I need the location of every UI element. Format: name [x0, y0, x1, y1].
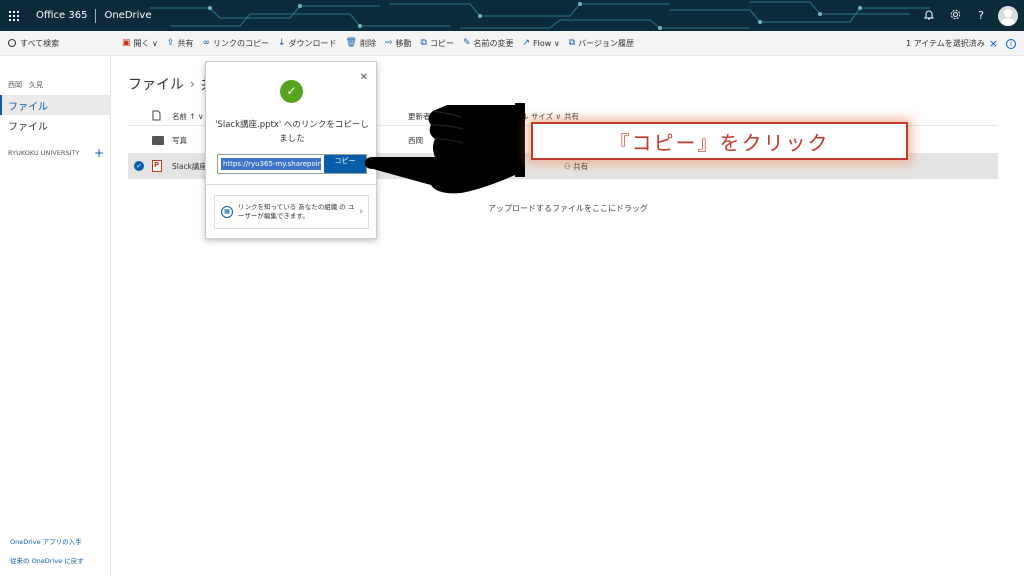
link-icon: ∞	[202, 38, 210, 48]
copied-message: 'Slack講座.pptx' へのリンクをコピーしました	[215, 120, 369, 144]
breadcrumb-files[interactable]: ファイル	[128, 74, 184, 94]
move-icon: ⇨	[384, 38, 393, 48]
copy-link-button[interactable]: ∞ リンクのコピー	[202, 38, 269, 49]
flow-button[interactable]: ↗ Flow ∨	[522, 38, 559, 48]
success-check-icon: ✓	[280, 80, 303, 103]
sidebar-org: RYUKOKU UNIVERSITY +	[8, 146, 104, 160]
share-button[interactable]: ⇪ 共有	[167, 38, 194, 49]
open-button[interactable]: ▣ 開く ∨	[122, 38, 158, 49]
copy-link-copy-button[interactable]: コピー	[324, 155, 366, 173]
close-icon[interactable]: ✕	[360, 72, 368, 83]
folder-icon	[152, 136, 164, 145]
classic-onedrive-link[interactable]: 従来の OneDrive に戻す	[10, 555, 84, 565]
rename-button[interactable]: ✎ 名前の変更	[463, 38, 514, 49]
row-sharing: ⚇ 共有	[564, 162, 589, 171]
chevron-right-icon: ›	[359, 207, 363, 217]
suite-brand[interactable]: Office 365	[36, 10, 87, 21]
add-icon[interactable]: +	[94, 146, 104, 160]
link-settings-text: リンクを知っている あなたの組織 の ユーザーが編集できます。	[238, 203, 355, 220]
link-settings-button[interactable]: ▦ リンクを知っている あなたの組織 の ユーザーが編集できます。 ›	[214, 195, 369, 229]
share-icon: ⇪	[166, 38, 175, 48]
download-icon: ↓	[277, 38, 286, 48]
divider	[206, 184, 378, 185]
sidebar-item-files-2[interactable]: ファイル	[0, 115, 110, 135]
chevron-right-icon: ›	[190, 77, 195, 91]
info-icon[interactable]: i	[1006, 38, 1016, 49]
pointing-hand-icon	[365, 103, 525, 194]
bell-icon[interactable]	[916, 9, 942, 23]
file-type-icon	[152, 110, 161, 123]
app-name[interactable]: OneDrive	[104, 10, 151, 21]
column-name[interactable]: 名前 ↑ ∨	[172, 111, 204, 122]
rename-icon: ✎	[462, 38, 471, 48]
download-button[interactable]: ↓ ダウンロード	[278, 38, 337, 49]
delete-button[interactable]: 🗑 削除	[346, 38, 376, 49]
command-list: ▣ 開く ∨ ⇪ 共有 ∞ リンクのコピー ↓ ダウンロード 🗑 削除 ⇨ 移動 ⧉ コピー …	[122, 38, 643, 49]
copy-icon: ⧉	[420, 38, 427, 48]
search-icon	[8, 39, 16, 47]
suite-actions: ?	[916, 0, 1024, 31]
copy-button[interactable]: ⧉ コピー	[421, 38, 454, 49]
suite-bar: Office 365 OneDrive ?	[0, 0, 1024, 31]
help-icon[interactable]: ?	[968, 9, 994, 22]
sidebar-item-files[interactable]: ファイル	[0, 95, 110, 115]
app-launcher-button[interactable]	[0, 0, 28, 31]
get-app-link[interactable]: OneDrive アプリの入手	[10, 536, 82, 546]
sidebar-user-name: 西岡 久見	[8, 81, 43, 89]
instruction-callout: 『コピー』をクリック	[531, 122, 908, 160]
link-url-field[interactable]: https://ryu365-my.sharepoint.com	[221, 158, 321, 170]
version-history-button[interactable]: ⧉ バージョン履歴	[569, 38, 634, 49]
brand-divider	[95, 8, 97, 23]
command-bar: すべて検索 ▣ 開く ∨ ⇪ 共有 ∞ リンクのコピー ↓ ダウンロード 🗑 削除 ⇨ 移動…	[0, 31, 1024, 56]
link-box: https://ryu365-my.sharepoint.com コピー	[217, 154, 367, 174]
row-name[interactable]: Slack講座	[172, 161, 207, 172]
circuit-banner	[150, 1, 930, 30]
checkmark-icon[interactable]: ✓	[134, 161, 144, 171]
upload-hint: アップロードするファイルをここにドラッグ	[488, 204, 648, 213]
selection-info: 1 アイテムを選択済み × i	[906, 31, 1024, 56]
pptx-icon	[152, 160, 162, 172]
gear-icon[interactable]	[942, 9, 968, 23]
sidebar: 西岡 久見 ファイル ファイル RYUKOKU UNIVERSITY + One…	[0, 56, 111, 576]
avatar[interactable]	[998, 5, 1018, 26]
version-history-icon: ⧉	[568, 38, 576, 48]
waffle-icon	[9, 10, 19, 21]
row-name[interactable]: 写真	[172, 135, 187, 146]
delete-icon: 🗑	[345, 38, 357, 48]
share-people-icon: ⚇	[564, 162, 574, 171]
pptx-icon: ▣	[122, 38, 131, 48]
flow-icon: ↗	[522, 38, 531, 48]
clear-selection-icon[interactable]: ×	[989, 37, 998, 50]
column-sharing[interactable]: 共有	[564, 111, 579, 122]
search-placeholder: すべて検索	[20, 38, 60, 48]
selection-count: 1 アイテムを選択済み	[905, 39, 985, 48]
search-box[interactable]: すべて検索	[0, 38, 112, 49]
move-button[interactable]: ⇨ 移動	[385, 38, 412, 49]
copy-link-dialog: ✕ ✓ 'Slack講座.pptx' へのリンクをコピーしました https:/…	[205, 61, 378, 239]
organization-icon: ▦	[221, 206, 233, 218]
sidebar-org-name: RYUKOKU UNIVERSITY	[8, 149, 80, 157]
